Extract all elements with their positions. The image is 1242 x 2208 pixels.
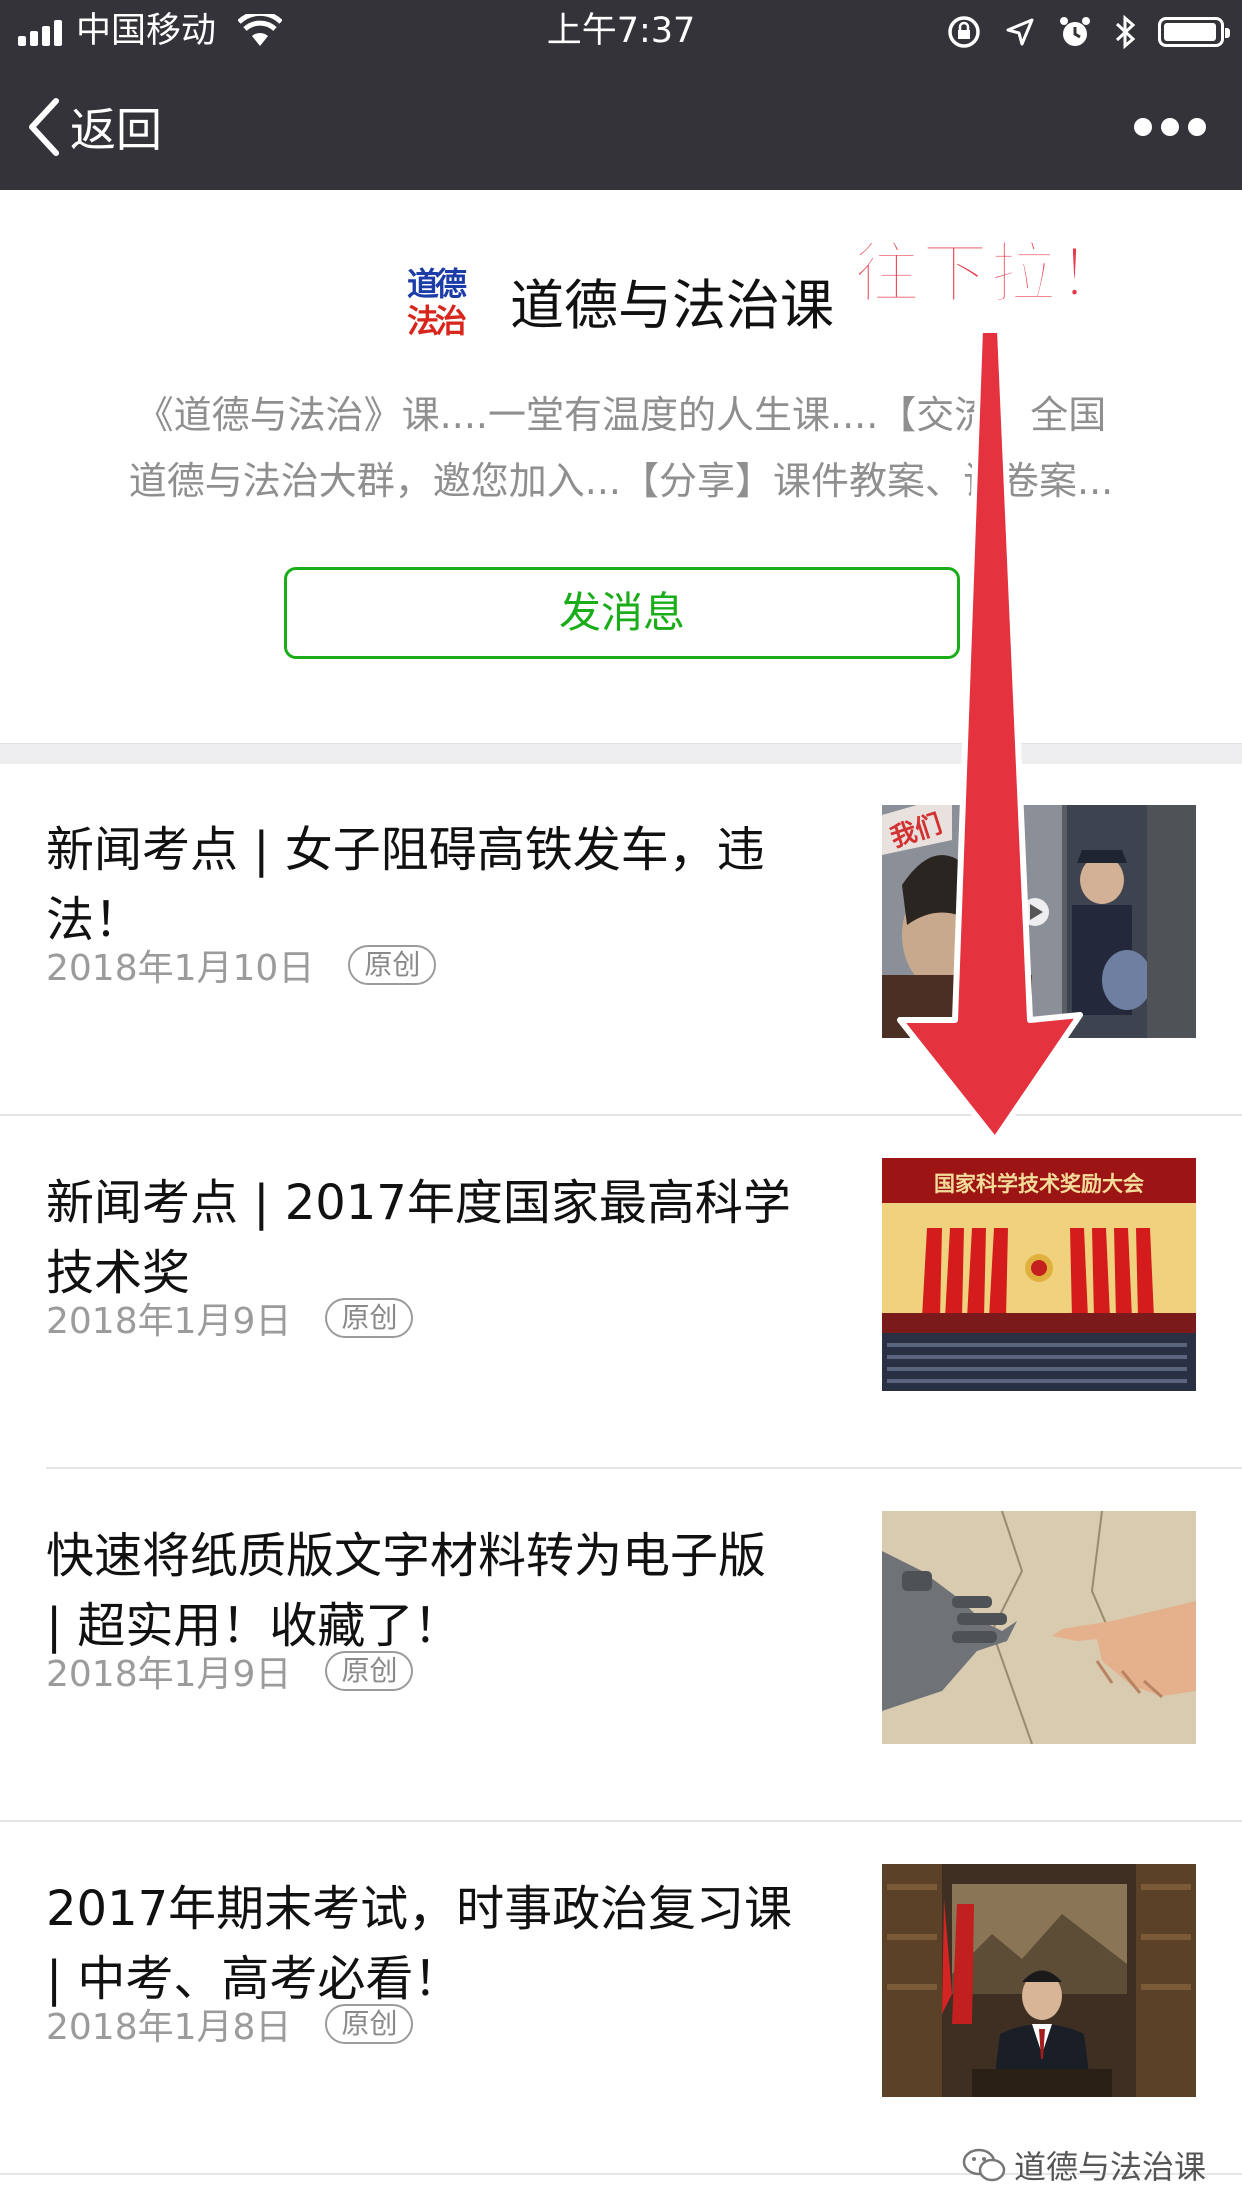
description-line: 《道德与法治》课....一堂有温度的人生课....【交流】全国 bbox=[135, 393, 1107, 437]
article-title-line: 快速将纸质版文字材料转为电子版 bbox=[46, 1528, 767, 1584]
article-date: 2018年1月9日 bbox=[46, 1654, 292, 1695]
wechat-icon bbox=[962, 2148, 1006, 2182]
battery-icon bbox=[1158, 17, 1230, 47]
location-icon bbox=[1006, 18, 1034, 46]
article-item[interactable]: 新闻考点 | 女子阻碍高铁发车，违 法！ 2018年1月10日 原创 我们 bbox=[0, 763, 1242, 1116]
article-meta: 2018年1月9日 原创 bbox=[46, 1647, 414, 1695]
article-thumbnail: 国家科学技术奖励大会 bbox=[882, 1158, 1196, 1391]
original-badge: 原创 bbox=[325, 1298, 414, 1338]
description-line: 道德与法治大群，邀您加入...【分享】课件教案、试卷案... bbox=[128, 459, 1114, 503]
article-meta: 2018年1月8日 原创 bbox=[46, 2000, 414, 2048]
article-thumbnail bbox=[882, 1864, 1196, 2097]
alarm-icon bbox=[1060, 17, 1090, 46]
article-thumbnail: 我们 bbox=[882, 805, 1196, 1038]
article-date: 2018年1月8日 bbox=[46, 2007, 292, 2048]
article-item[interactable]: 2017年期末考试，时事政治复习课 | 中考、高考必看！ 2018年1月8日 原… bbox=[0, 1822, 1242, 2175]
back-button[interactable]: 返回 bbox=[26, 95, 162, 159]
article-title-line: 2017年期末考试，时事政治复习课 bbox=[46, 1881, 793, 1937]
dot-icon bbox=[1188, 118, 1206, 136]
rotation-lock-icon bbox=[948, 16, 980, 48]
article-meta: 2018年1月10日 原创 bbox=[46, 941, 437, 989]
article-title: 新闻考点 | 2017年度国家最高科学 技术奖 bbox=[46, 1168, 826, 1308]
original-badge: 原创 bbox=[325, 2004, 414, 2044]
article-title-line: 新闻考点 | 女子阻碍高铁发车，违 bbox=[46, 822, 765, 878]
back-label: 返回 bbox=[70, 103, 162, 157]
logo-text-bottom: 法治 bbox=[407, 302, 467, 340]
article-title: 2017年期末考试，时事政治复习课 | 中考、高考必看！ bbox=[46, 1874, 826, 2014]
article-title-line: 新闻考点 | 2017年度国家最高科学 bbox=[46, 1175, 791, 1231]
dot-icon bbox=[1134, 118, 1152, 136]
article-date: 2018年1月9日 bbox=[46, 1301, 292, 1342]
watermark: 道德与法治课 bbox=[962, 2142, 1206, 2188]
original-badge: 原创 bbox=[325, 1651, 414, 1691]
article-item[interactable]: 新闻考点 | 2017年度国家最高科学 技术奖 2018年1月9日 原创 国家科… bbox=[0, 1116, 1242, 1469]
original-badge: 原创 bbox=[348, 945, 437, 985]
account-name: 道德与法治课 bbox=[510, 274, 834, 337]
article-item[interactable]: 快速将纸质版文字材料转为电子版 | 超实用！收藏了！ 2018年1月9日 原创 bbox=[0, 1469, 1242, 1822]
chevron-left-icon bbox=[29, 98, 59, 156]
article-title: 快速将纸质版文字材料转为电子版 | 超实用！收藏了！ bbox=[46, 1521, 826, 1661]
article-date: 2018年1月10日 bbox=[46, 948, 315, 989]
pull-down-annotation: 往下拉！ bbox=[853, 234, 1126, 313]
article-title: 新闻考点 | 女子阻碍高铁发车，违 法！ bbox=[46, 815, 826, 955]
watermark-text: 道德与法治课 bbox=[1013, 2148, 1206, 2186]
thumbnail-caption: 国家科学技术奖励大会 bbox=[934, 1172, 1144, 1196]
send-message-button[interactable]: 发消息 bbox=[284, 567, 960, 659]
more-options-button[interactable] bbox=[1134, 112, 1206, 142]
account-description: 《道德与法治》课....一堂有温度的人生课....【交流】全国 道德与法治大群，… bbox=[60, 382, 1182, 514]
bluetooth-icon bbox=[1115, 14, 1136, 50]
section-divider bbox=[0, 743, 1242, 764]
navigation-bar: 中国移动 上午7:37 返回 bbox=[0, 0, 1242, 190]
article-thumbnail bbox=[882, 1511, 1196, 1744]
status-bar: 中国移动 上午7:37 bbox=[0, 0, 1242, 62]
dot-icon bbox=[1161, 118, 1179, 136]
logo-text-top: 道德 bbox=[407, 265, 467, 303]
article-meta: 2018年1月9日 原创 bbox=[46, 1294, 414, 1342]
account-logo: 道德 法治 bbox=[407, 266, 483, 340]
